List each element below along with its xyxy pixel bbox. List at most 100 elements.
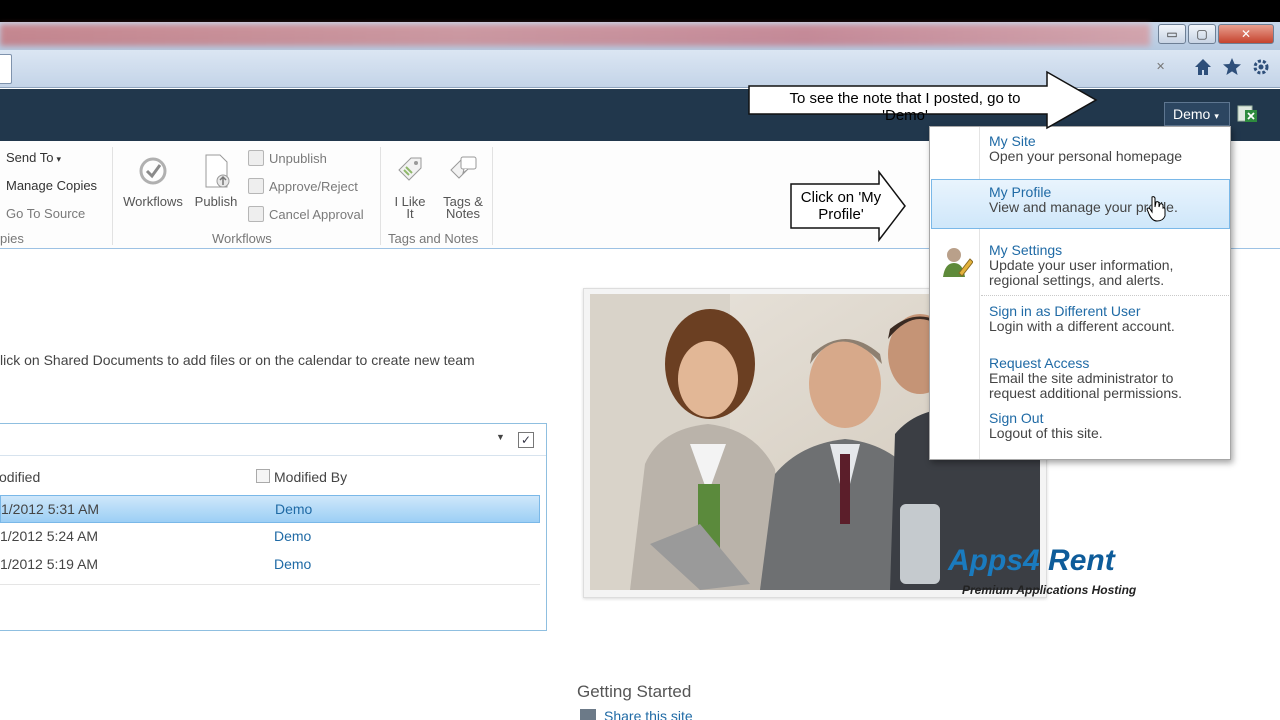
table-row[interactable]: 1/2012 5:31 AM Demo [0,495,540,523]
menu-item-request-access[interactable]: Request Access Email the site administra… [931,351,1230,403]
logo-four: 4 [1023,544,1040,577]
menu-item-desc: Update your user information, [989,257,1174,273]
letterbox-top [0,0,1280,22]
column-checkbox[interactable] [256,469,270,483]
table-row[interactable]: 1/2012 5:19 AM Demo [0,551,540,579]
tags-notes-group-label: Tags and Notes [388,231,479,246]
tag-icon [398,157,422,181]
logo-rent: Rent [1048,544,1115,577]
copies-group-label: pies [0,231,24,246]
user-dropdown-menu: My Site Open your personal homepage My P… [929,126,1231,460]
approve-reject-icon [248,178,264,194]
table-row[interactable]: 1/2012 5:24 AM Demo [0,523,540,551]
publish-icon [205,154,230,188]
home-icon[interactable] [1192,57,1214,79]
hand-cursor-icon [1146,196,1166,227]
cancel-approval-button[interactable]: Cancel Approval [248,206,364,222]
menu-item-sign-in-different-user[interactable]: Sign in as Different User Login with a d… [931,299,1230,345]
user-name: Demo [1173,106,1211,122]
column-header-modified[interactable]: odified [0,469,40,485]
logo-apps: Apps [948,544,1023,577]
maximize-button[interactable]: ▢ [1188,24,1216,44]
cancel-approval-icon [248,206,264,222]
address-input[interactable] [0,54,12,84]
send-to-button[interactable]: Send To ▾ [6,150,61,165]
row-date: 1/2012 5:24 AM [0,528,99,544]
screen: ▭ ▢ ✕ ✕ Demo ▾ Send To ▾ Manage Copies Go … [0,0,1280,720]
column-header-modified-by[interactable]: Modified By [274,469,347,485]
tags-notes-icon [450,156,477,179]
send-to-label: Send To [6,150,54,165]
menu-item-title: Sign Out [989,410,1044,426]
ribbon-separator [380,147,381,245]
menu-item-desc: regional settings, and alerts. [989,272,1165,288]
workflows-group-label: Workflows [212,231,272,246]
address-clear-icon[interactable]: ✕ [1156,60,1165,73]
tags-notes-button[interactable]: Tags & Notes [438,154,488,220]
go-to-source-button[interactable]: Go To Source [6,206,85,221]
callout-top: To see the note that I posted, go to 'De… [747,70,1099,132]
menu-item-title: My Profile [989,184,1052,200]
getting-started-heading: Getting Started [577,682,692,701]
ribbon-separator [112,147,113,245]
menu-item-my-site[interactable]: My Site Open your personal homepage [931,129,1230,175]
row-author-link[interactable]: Demo [274,556,311,572]
cancel-approval-label: Cancel Approval [269,207,364,222]
row-date: 1/2012 5:19 AM [0,556,99,572]
gear-icon[interactable] [1250,57,1272,79]
i-like-it-label-2: It [406,206,414,221]
share-icon [580,709,596,720]
menu-item-desc: Email the site administrator to [989,370,1174,386]
chevron-down-icon: ▾ [1214,111,1219,121]
callout-side: Click on 'My Profile' [789,170,907,242]
unpublish-label: Unpublish [269,151,327,166]
user-menu-button[interactable]: Demo ▾ [1164,102,1230,126]
menu-item-title: My Settings [989,242,1063,258]
row-author-link[interactable]: Demo [275,501,312,517]
workflow-icon [139,157,167,185]
callout-top-line2: 'Demo' [882,107,928,124]
unpublish-icon [248,150,264,166]
user-settings-icon [943,248,973,277]
approve-reject-label: Approve/Reject [269,179,358,194]
divider [0,584,540,585]
tags-notes-label-2: Notes [446,206,480,221]
chevron-down-icon[interactable]: ▼ [496,432,505,442]
callout-side-line2: Profile' [818,206,864,223]
menu-separator [981,295,1229,296]
menu-item-desc: request additional permissions. [989,385,1182,401]
menu-item-title: Request Access [989,355,1090,371]
menu-item-my-settings[interactable]: My Settings Update your user information… [931,237,1230,295]
excel-icon[interactable] [1237,104,1259,124]
menu-item-desc: Logout of this site. [989,425,1103,441]
menu-item-sign-out[interactable]: Sign Out Logout of this site. [931,407,1230,451]
menu-item-title: My Site [989,133,1036,149]
share-site-link[interactable]: Share this site [580,708,693,720]
close-button[interactable]: ✕ [1218,24,1274,44]
share-site-label: Share this site [604,708,693,720]
workflows-label: Workflows [123,194,183,209]
manage-copies-button[interactable]: Manage Copies [6,178,97,193]
logo-tagline: Premium Applications Hosting [962,583,1137,597]
menu-item-desc: Login with a different account. [989,318,1175,334]
workflows-button[interactable]: Workflows [118,154,188,208]
star-icon[interactable] [1221,57,1243,79]
callout-top-line1: To see the note that I posted, go to [789,90,1021,107]
publish-label: Publish [194,194,238,209]
publish-button[interactable]: Publish [190,154,242,208]
menu-item-my-profile[interactable]: My Profile View and manage your profile. [931,179,1230,229]
select-all-checkbox[interactable]: ✓ [518,432,534,448]
approve-reject-button[interactable]: Approve/Reject [248,178,358,194]
i-like-it-button[interactable]: I Like It [390,154,430,220]
apps4rent-logo: Apps4 Rent [948,544,1115,578]
ribbon-separator [492,147,493,245]
row-date: 1/2012 5:31 AM [1,501,100,517]
menu-item-title: Sign in as Different User [989,303,1141,319]
unpublish-button[interactable]: Unpublish [248,150,327,166]
row-author-link[interactable]: Demo [274,528,311,544]
callout-side-line1: Click on 'My [800,189,882,206]
docs-toolbar [0,424,546,456]
intro-text: lick on Shared Documents to add files or… [0,352,475,368]
minimize-button[interactable]: ▭ [1158,24,1186,44]
browser-titlebar [0,22,1280,50]
